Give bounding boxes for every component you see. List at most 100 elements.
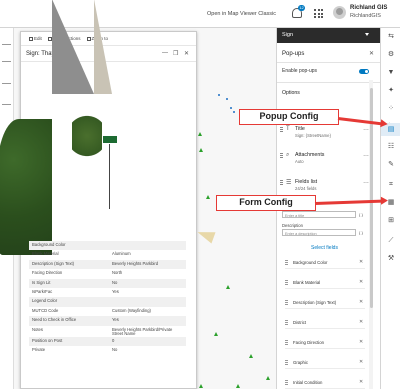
drag-handle-icon[interactable] [285, 340, 288, 346]
app-launcher-icon[interactable] [314, 9, 323, 18]
drag-handle-icon[interactable] [280, 180, 283, 186]
chevron-down-icon [365, 33, 369, 36]
attribute-value: North [112, 270, 123, 276]
attribute-row: Is Sign Lit No [29, 278, 186, 288]
divider [277, 62, 380, 63]
edit-button[interactable]: Edit [29, 36, 42, 41]
map-sign-marker[interactable] [198, 132, 202, 136]
attribute-row: Description (Sign Text) Beverly Heights P… [29, 259, 186, 270]
list-icon: ☰ [286, 180, 292, 186]
panel-title: Pop-ups [282, 51, 305, 57]
attribute-value: Beverly Heights Parkbird [109, 259, 186, 270]
edit-icon[interactable]: ✎ [381, 158, 400, 171]
drag-handle-icon[interactable] [285, 360, 288, 366]
collapsed-item[interactable] [2, 61, 11, 62]
attribute-row: IsParkrFac Yes [29, 288, 186, 297]
remove-field-icon[interactable]: ✕ [359, 379, 363, 385]
sketch-icon[interactable]: ⌗ [381, 178, 400, 191]
tools-icon[interactable]: ⚒ [381, 252, 400, 265]
remove-field-icon[interactable]: ✕ [359, 299, 363, 305]
collapsed-item[interactable] [2, 44, 11, 45]
field-name: District [293, 320, 307, 325]
map-sign-marker[interactable] [206, 195, 210, 199]
settings-toolbar: ⇆ ⚙ ▼ ✦ ⁘ ⚑ ▤ ☷ ✎ ⌗ ▦ ⊞ ⟋ ⚒ [380, 28, 400, 389]
pencil-icon [29, 36, 33, 41]
description-input[interactable]: Enter a description [282, 229, 356, 236]
collapsed-item[interactable] [2, 104, 11, 105]
title-input[interactable]: Enter a title [282, 211, 356, 218]
drag-handle-icon[interactable] [285, 300, 288, 306]
drag-handle-icon[interactable] [285, 320, 288, 326]
layer-style-icon[interactable]: ⚙ [381, 48, 400, 61]
description-label: Description [282, 223, 303, 228]
properties-icon[interactable]: ⇆ [381, 30, 400, 43]
remove-field-icon[interactable]: ✕ [359, 339, 363, 345]
insert-field-icon[interactable]: { } [359, 212, 365, 219]
minimize-icon[interactable]: — [162, 50, 168, 56]
field-list-item[interactable]: Graphic ✕ [285, 357, 365, 369]
field-list-item[interactable]: Initial Condition ✕ [285, 377, 365, 389]
map-sign-marker[interactable] [199, 384, 203, 388]
dock-icon[interactable]: ❐ [173, 50, 178, 57]
enable-popups-toggle[interactable] [359, 69, 369, 74]
collapsed-item[interactable] [2, 83, 11, 84]
field-name: Description (Sign Text) [293, 300, 337, 305]
remove-field-icon[interactable]: ✕ [359, 259, 363, 265]
paperclip-icon: ⌕ [286, 152, 290, 158]
enable-popups-label: Enable pop-ups [282, 68, 318, 74]
map-sign-marker[interactable] [214, 332, 218, 336]
attribute-key: Description (Sign Text) [29, 259, 109, 270]
attribute-row: Notes Beverly Heights Parkbird/Private St… [29, 326, 186, 337]
select-fields-link[interactable]: Select fields [311, 245, 338, 251]
drag-handle-icon[interactable] [280, 127, 283, 133]
field-list-item[interactable]: Description (Sign Text) ✕ [285, 297, 365, 309]
drag-handle-icon[interactable] [285, 280, 288, 286]
attribute-key: Background Color [29, 241, 109, 251]
attribute-value: No [109, 278, 186, 288]
drag-handle-icon[interactable] [285, 380, 288, 386]
map-point[interactable] [226, 98, 228, 100]
field-list-item[interactable]: Blank Material ✕ [285, 277, 365, 289]
close-icon[interactable]: ✕ [184, 50, 189, 57]
options-label[interactable]: Options [282, 90, 300, 96]
map-sign-marker[interactable] [236, 384, 240, 388]
remove-field-icon[interactable]: ✕ [359, 359, 363, 365]
insert-field-icon[interactable]: { } [359, 230, 365, 237]
map-sign-marker[interactable] [249, 354, 253, 358]
effects-icon[interactable]: ✦ [381, 84, 400, 97]
measure-icon[interactable]: ⟋ [381, 234, 400, 247]
remove-field-icon[interactable]: ✕ [359, 319, 363, 325]
attribute-key: Position on Post [29, 336, 109, 347]
map-sign-marker[interactable] [266, 376, 270, 380]
map-point[interactable] [218, 94, 220, 96]
layer-name: Sign [282, 32, 294, 38]
popup-config-callout: Popup Config [239, 109, 339, 125]
attribute-table: Background Color Blank Material Aluminum De… [29, 241, 186, 355]
attribute-value [109, 241, 186, 251]
drag-handle-icon[interactable] [285, 260, 288, 266]
form-config-callout: Form Config [216, 195, 316, 211]
layer-breadcrumb[interactable]: Sign [277, 28, 380, 43]
drag-handle-icon[interactable] [280, 153, 283, 159]
table-icon[interactable]: ⊞ [381, 214, 400, 227]
attribute-value: Yes [112, 288, 119, 294]
field-list-item[interactable]: Facing Direction ✕ [285, 337, 365, 349]
map-sign-marker[interactable] [226, 285, 230, 289]
field-list-item[interactable]: Background Color ✕ [285, 257, 365, 269]
field-name: Graphic [293, 360, 309, 365]
filter-icon[interactable]: ▼ [381, 66, 400, 79]
open-classic-link[interactable]: Open in Map Viewer Classic [207, 11, 276, 17]
map-point[interactable] [230, 107, 232, 109]
fields-icon[interactable]: ☷ [381, 140, 400, 153]
field-list-item[interactable]: District ✕ [285, 317, 365, 329]
map-point[interactable] [233, 111, 235, 113]
attribute-value: Custom (Wayfinding) [112, 307, 151, 313]
map-sign-marker[interactable] [199, 148, 203, 152]
attribute-key: Blank Material [32, 251, 59, 257]
clustering-icon[interactable]: ⁘ [381, 102, 400, 115]
divider [277, 82, 380, 83]
attribute-key: Facing Direction [32, 270, 63, 276]
avatar[interactable] [333, 6, 346, 19]
close-icon[interactable]: ✕ [369, 50, 374, 57]
remove-field-icon[interactable]: ✕ [359, 279, 363, 285]
